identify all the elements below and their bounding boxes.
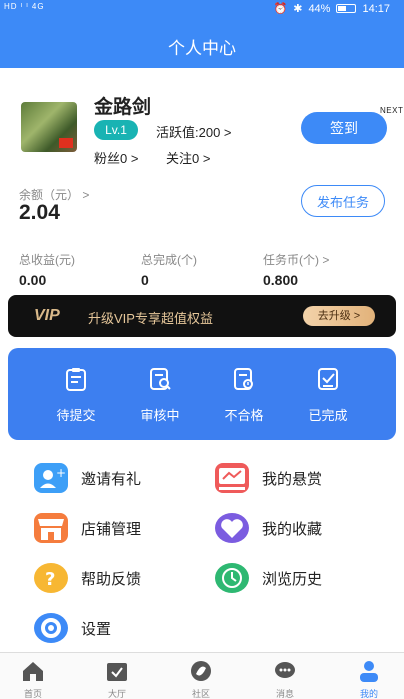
search-doc-icon [150, 368, 171, 390]
invite-icon: + [34, 463, 68, 493]
task-under-review[interactable]: 审核中 [120, 366, 200, 424]
menu-my-rewards[interactable]: 我的悬赏 [215, 461, 322, 495]
history-icon [215, 563, 249, 593]
stat-total-completed: 总完成(个) 0 [141, 251, 197, 288]
tab-home[interactable]: 首页 [3, 659, 63, 699]
balance-value: 2.04 [19, 201, 60, 224]
header: HD ᴵ ᴵ 4G ⏰ ✱ 44% 14:17 个人中心 [0, 0, 404, 68]
network-indicator: HD ᴵ ᴵ 4G [4, 2, 45, 11]
level-badge: Lv.1 [94, 120, 138, 140]
menu-label: 店铺管理 [81, 520, 142, 538]
tab-mine[interactable]: 我的 [339, 659, 399, 699]
help-icon: ? [34, 563, 68, 593]
battery-percent: 44% [308, 2, 331, 15]
menu-label: 帮助反馈 [81, 570, 142, 588]
reward-icon [215, 463, 249, 493]
tab-hall[interactable]: 大厅 [87, 659, 147, 699]
stat-value: 0 [141, 272, 149, 288]
username: 金路剑 [94, 97, 152, 118]
menu-browsing-history[interactable]: 浏览历史 [215, 561, 322, 595]
tab-label: 我的 [359, 689, 378, 699]
warning-doc-icon [234, 368, 253, 390]
flag-icon [59, 138, 73, 148]
task-label: 不合格 [224, 408, 264, 423]
clipboard-icon [66, 368, 86, 391]
menu-label: 浏览历史 [262, 570, 323, 588]
alarm-icon: ⏰ [273, 3, 288, 15]
task-label: 已完成 [308, 408, 348, 423]
user-icon [360, 661, 378, 682]
stat-label: 总完成(个) [141, 253, 197, 267]
store-icon [34, 513, 68, 543]
task-label: 审核中 [140, 408, 180, 423]
task-pending-submit[interactable]: 待提交 [36, 366, 116, 424]
avatar[interactable] [21, 102, 77, 152]
signin-button[interactable]: 签到 [301, 112, 387, 144]
home-icon [23, 662, 43, 681]
status-time: 14:17 [362, 2, 390, 15]
message-icon [275, 662, 295, 678]
stat-task-coins[interactable]: 任务币(个) > 0.800 [263, 251, 329, 288]
menu-help-feedback[interactable]: ? 帮助反馈 [34, 561, 141, 595]
stat-label: 任务币(个) > [263, 253, 330, 267]
tab-label: 社区 [191, 689, 210, 699]
menu-label: 我的收藏 [262, 520, 323, 538]
stat-value: 0.00 [19, 272, 47, 288]
task-status-panel: 待提交 审核中 不合格 已完成 [8, 348, 396, 440]
menu-store-management[interactable]: 店铺管理 [34, 511, 141, 545]
vip-logo: VIP [34, 307, 60, 324]
menu-label: 我的悬赏 [262, 470, 323, 488]
task-completed[interactable]: 已完成 [288, 366, 368, 424]
tab-label: 大厅 [107, 689, 126, 699]
status-bar: HD ᴵ ᴵ 4G ⏰ ✱ 44% 14:17 [0, 0, 404, 18]
task-label: 待提交 [56, 408, 96, 423]
menu-my-favorites[interactable]: 我的收藏 [215, 511, 322, 545]
follow-link[interactable]: 关注0 > [166, 148, 210, 167]
stat-value: 0.800 [263, 272, 299, 288]
community-icon [191, 661, 211, 681]
publish-task-button[interactable]: 发布任务 [301, 185, 385, 217]
battery-icon [336, 4, 357, 13]
menu-invite[interactable]: + 邀请有礼 [34, 461, 141, 495]
stat-total-income: 总收益(元) 0.00 [19, 251, 75, 288]
tab-label: 首页 [23, 689, 42, 699]
task-rejected[interactable]: 不合格 [204, 366, 284, 424]
vip-text: 升级VIP专享超值权益 [88, 311, 213, 326]
upgrade-button[interactable]: 去升级 > [303, 306, 375, 326]
settings-icon [34, 613, 68, 643]
fans-link[interactable]: 粉丝0 > [94, 148, 138, 167]
heart-icon [215, 513, 249, 543]
tab-label: 消息 [275, 689, 294, 699]
vip-banner[interactable]: VIP 升级VIP专享超值权益 去升级 > [8, 295, 396, 337]
bottom-tab-bar: 首页 大厅 社区 消息 我的 [0, 652, 404, 699]
tab-community[interactable]: 社区 [171, 659, 231, 699]
svg-text:?: ? [45, 569, 55, 590]
svg-text:+: + [56, 466, 66, 480]
stat-label: 总收益(元) [19, 253, 75, 267]
menu-label: 设置 [81, 620, 112, 638]
menu-label: 邀请有礼 [81, 470, 142, 488]
check-doc-icon [318, 368, 338, 390]
menu-settings[interactable]: 设置 [34, 611, 111, 645]
bluetooth-icon: ✱ [293, 3, 303, 15]
next-label: NEXT [380, 106, 404, 115]
activity-link[interactable]: 活跃值:200 > [156, 122, 232, 141]
calendar-icon [107, 663, 127, 681]
tab-messages[interactable]: 消息 [255, 659, 315, 699]
profile-section: 金路剑 Lv.1 活跃值:200 > 粉丝0 > 关注0 > 签到 NEXT [0, 68, 404, 178]
page-title: 个人中心 [168, 39, 236, 58]
